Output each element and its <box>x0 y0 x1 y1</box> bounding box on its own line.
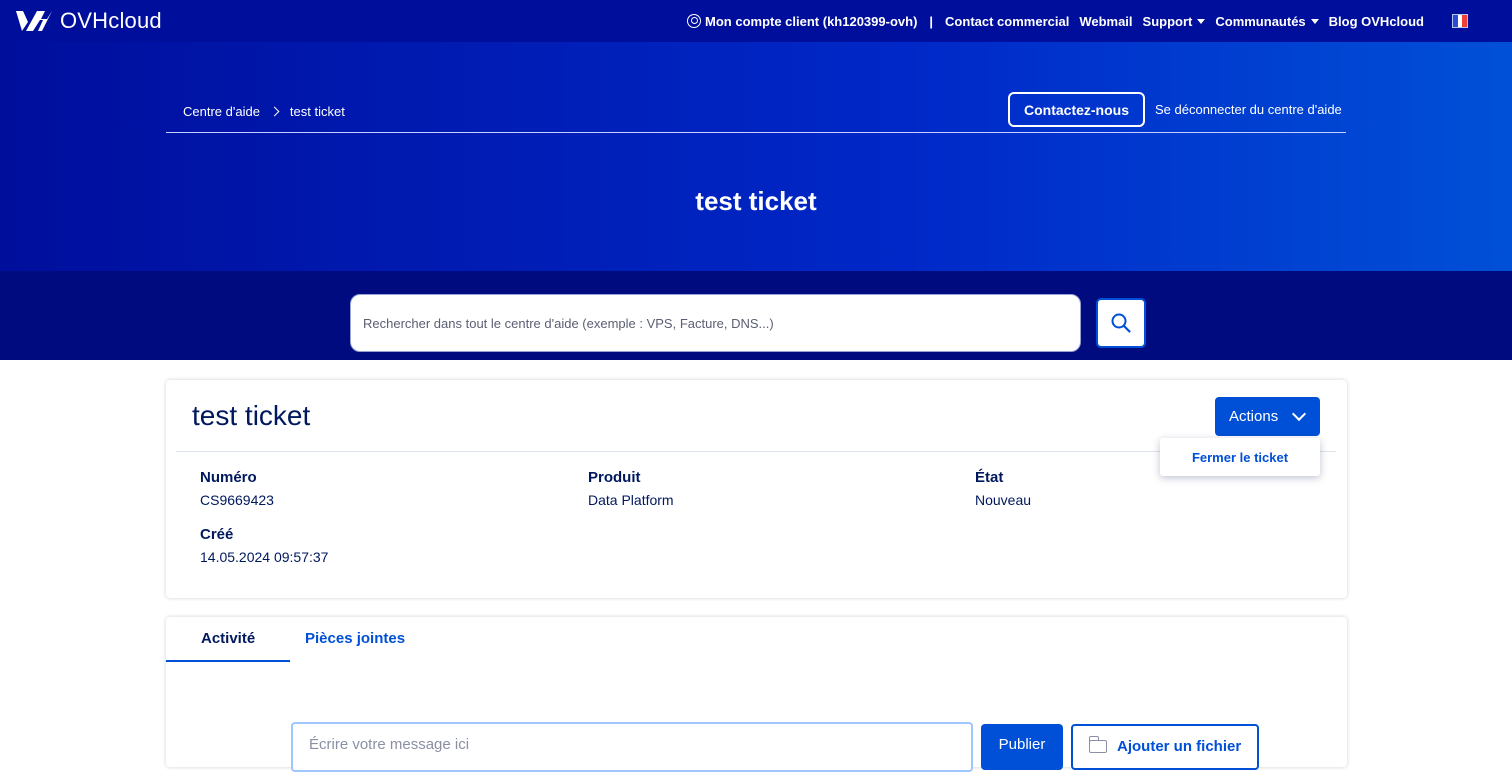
field-number-label: Numéro <box>200 469 257 486</box>
french-flag-icon[interactable] <box>1452 14 1468 28</box>
field-created-label: Créé <box>200 526 234 543</box>
nav-links: Mon compte client (kh120399-ovh) | Conta… <box>687 0 1512 42</box>
support-label: Support <box>1142 13 1193 29</box>
field-number-value: CS9669423 <box>200 492 274 508</box>
publish-button[interactable]: Publier <box>981 724 1063 770</box>
breadcrumb-current: test ticket <box>289 104 345 119</box>
breadcrumb: Centre d'aide test ticket <box>183 104 345 119</box>
support-menu[interactable]: Support <box>1143 14 1206 29</box>
field-state: État Nouveau <box>975 469 1031 508</box>
field-state-value: Nouveau <box>975 492 1032 508</box>
field-created: Créé 14.05.2024 09:57:37 <box>200 526 328 565</box>
webmail-link[interactable]: Webmail <box>1079 14 1132 29</box>
brand-name: OVHcloud <box>60 8 162 33</box>
logout-link[interactable]: Se déconnecter du centre d'aide <box>1155 102 1342 117</box>
account-label: Mon compte client (kh120399-ovh) <box>705 13 918 29</box>
field-product-value: Data Platform <box>588 492 674 508</box>
search-input[interactable]: Rechercher dans tout le centre d'aide (e… <box>350 294 1081 352</box>
field-number: Numéro CS9669423 <box>200 469 274 508</box>
hero-banner: Centre d'aide test ticket Contactez-nous… <box>0 42 1512 271</box>
field-created-value: 14.05.2024 09:57:37 <box>200 549 329 565</box>
user-icon <box>687 14 702 28</box>
account-link[interactable]: Mon compte client (kh120399-ovh) <box>687 14 917 29</box>
communities-menu[interactable]: Communautés <box>1215 13 1319 29</box>
message-input[interactable]: Écrire votre message ici <box>291 722 973 772</box>
field-state-label: État <box>975 469 1004 486</box>
communities-label: Communautés <box>1215 13 1306 29</box>
active-tab-indicator <box>166 660 290 662</box>
actions-label: Actions <box>1229 408 1279 425</box>
actions-dropdown: Fermer le ticket <box>1160 438 1320 476</box>
actions-button[interactable]: Actions <box>1215 397 1320 436</box>
hero-divider <box>166 132 1346 133</box>
field-product-label: Produit <box>588 469 641 486</box>
nav-separator: | <box>929 13 934 29</box>
ticket-title: test ticket <box>192 400 311 431</box>
ovhcloud-logo-icon <box>16 11 52 31</box>
add-file-label: Ajouter un fichier <box>1117 738 1242 755</box>
close-ticket-menu-item[interactable]: Fermer le ticket <box>1192 450 1288 465</box>
top-navigation: OVHcloud Mon compte client (kh120399-ovh… <box>0 0 1512 42</box>
tab-attachments[interactable]: Pièces jointes <box>305 630 405 647</box>
add-file-button[interactable]: Ajouter un fichier <box>1071 724 1259 770</box>
chevron-right-icon <box>269 106 280 117</box>
caret-down-icon <box>1197 18 1206 24</box>
contact-commercial-link[interactable]: Contact commercial <box>945 14 1069 29</box>
field-product: Produit Data Platform <box>588 469 674 508</box>
ticket-details-card: test ticket Actions Numéro CS9669423 Pro… <box>166 380 1347 598</box>
search-button[interactable] <box>1096 298 1146 348</box>
page-title: test ticket <box>695 186 817 216</box>
search-band: Rechercher dans tout le centre d'aide (e… <box>0 271 1512 360</box>
folder-icon <box>1088 736 1107 753</box>
search-icon <box>1111 313 1131 333</box>
activity-card: Activité Pièces jointes Écrire votre mes… <box>166 617 1347 772</box>
breadcrumb-help-center[interactable]: Centre d'aide <box>183 104 260 119</box>
blog-link[interactable]: Blog OVHcloud <box>1329 14 1424 29</box>
tab-activity[interactable]: Activité <box>201 630 255 647</box>
ovhcloud-logo[interactable]: OVHcloud <box>14 8 162 34</box>
chevron-down-icon <box>1291 406 1307 422</box>
contact-us-button[interactable]: Contactez-nous <box>1008 92 1145 127</box>
caret-down-icon <box>1310 18 1319 24</box>
